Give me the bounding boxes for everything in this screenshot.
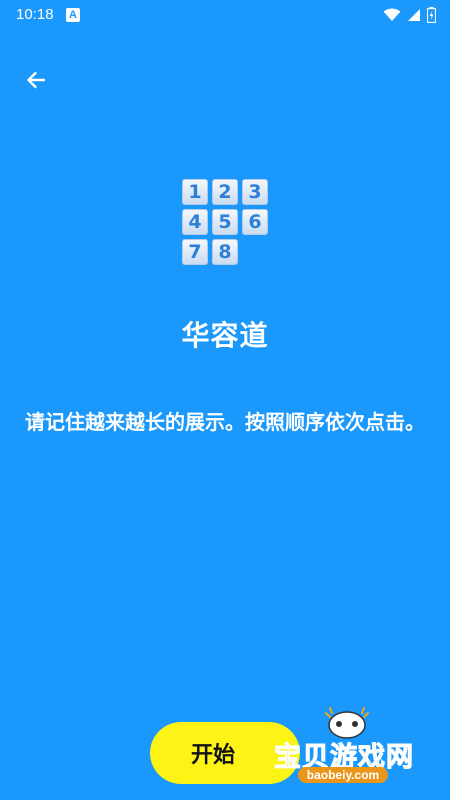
page-title: 华容道 [181, 319, 269, 352]
instructions-text: 请记住越来越长的展示。按照顺序依次点击。 [25, 410, 425, 434]
arrow-left-icon [27, 71, 46, 89]
wifi-icon [383, 8, 401, 21]
logo-tile: 8 [212, 239, 238, 265]
logo-tile: 7 [182, 239, 208, 265]
back-button[interactable] [20, 64, 52, 96]
battery-icon [427, 7, 436, 23]
watermark-url: baobeiy.com [298, 767, 388, 783]
notification-app-icon: A [66, 8, 80, 22]
logo-tile: 1 [182, 179, 208, 205]
logo-tile: 3 [242, 179, 268, 205]
logo-tile: 2 [212, 179, 238, 205]
status-bar: 10:18 A [0, 0, 450, 30]
status-icons [383, 7, 436, 23]
logo-tile: 5 [212, 209, 238, 235]
status-time: 10:18 [16, 6, 54, 23]
watermark: 宝贝游戏网 baobeiy.com [270, 705, 442, 783]
logo-tile: 6 [242, 209, 268, 235]
signal-icon [408, 9, 420, 21]
puzzle-logo: 1 2 3 4 5 6 7 8 [180, 177, 270, 267]
logo-tile: 4 [182, 209, 208, 235]
